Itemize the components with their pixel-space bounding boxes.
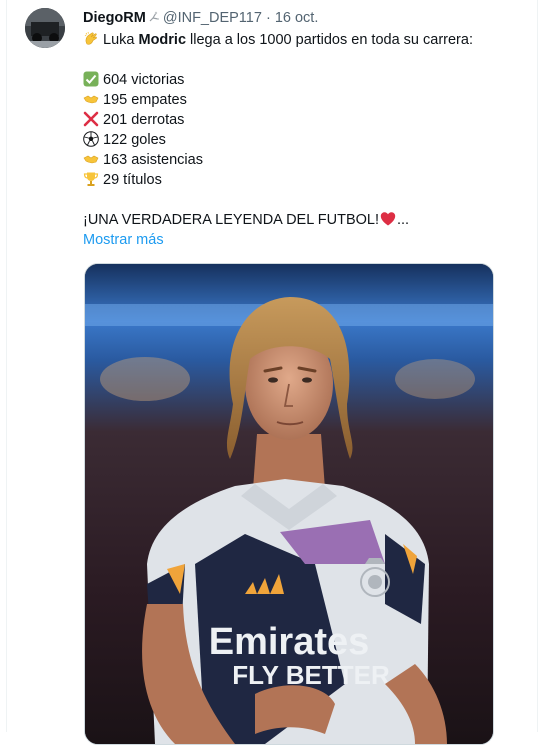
intro-prefix: Luka (103, 32, 139, 48)
tweet-header: DiegoRM @INF_DEP117 · 16 oct. (83, 9, 318, 27)
handshake-icon (83, 155, 99, 164)
tweet-text: Luka Modric llega a los 1000 partidos en… (83, 30, 513, 250)
stat-text: 195 empates (103, 92, 187, 108)
trophy-icon (83, 172, 99, 186)
sparkle-icon (149, 11, 159, 22)
intro-suffix: llega a los 1000 partidos en toda su car… (186, 32, 473, 48)
jersey-sponsor-text: Emirates (209, 621, 370, 663)
stat-text: 29 títulos (103, 172, 162, 188)
stat-victories: 604 victorias (83, 70, 513, 90)
player-name: Modric (138, 32, 187, 48)
avatar-image (25, 8, 65, 48)
stat-titles: 29 títulos (83, 170, 513, 190)
check-icon (83, 71, 99, 87)
stat-assists: 163 asistencias (83, 150, 513, 170)
red-heart-icon (380, 212, 396, 226)
stat-text: 122 goles (103, 132, 166, 148)
stat-text: 604 victorias (103, 72, 185, 88)
handle[interactable]: @INF_DEP117 (163, 10, 262, 26)
closing-line: ¡UNA VERDADERA LEYENDA DEL FUTBOL!... (83, 210, 513, 230)
handshake-icon (83, 95, 99, 104)
soccer-ball-icon (83, 131, 99, 147)
display-name[interactable]: DiegoRM (83, 10, 146, 26)
ellipsis: ... (397, 212, 410, 228)
tweet-card[interactable]: DiegoRM @INF_DEP117 · 16 oct. Luka Modric… (6, 0, 538, 745)
jersey-sponsor-subtext: FLY BETTER (232, 660, 390, 690)
timestamp[interactable]: 16 oct. (275, 10, 319, 26)
stat-draws: 195 empates (83, 90, 513, 110)
avatar[interactable] (25, 8, 65, 48)
cross-icon (83, 111, 99, 127)
stat-text: 163 asistencias (103, 152, 203, 168)
closing-text: ¡UNA VERDADERA LEYENDA DEL FUTBOL! (83, 212, 379, 228)
clapping-hands-icon (84, 31, 97, 45)
tweet-media-photo[interactable]: Emirates FLY BETTER (84, 263, 494, 745)
player-photo: Emirates FLY BETTER (85, 264, 493, 744)
stat-goals: 122 goles (83, 130, 513, 150)
stat-defeats: 201 derrotas (83, 110, 513, 130)
show-more-link[interactable]: Mostrar más (83, 230, 513, 250)
intro-line: Luka Modric llega a los 1000 partidos en… (83, 30, 513, 50)
stat-text: 201 derrotas (103, 112, 185, 128)
separator-dot: · (265, 10, 271, 26)
